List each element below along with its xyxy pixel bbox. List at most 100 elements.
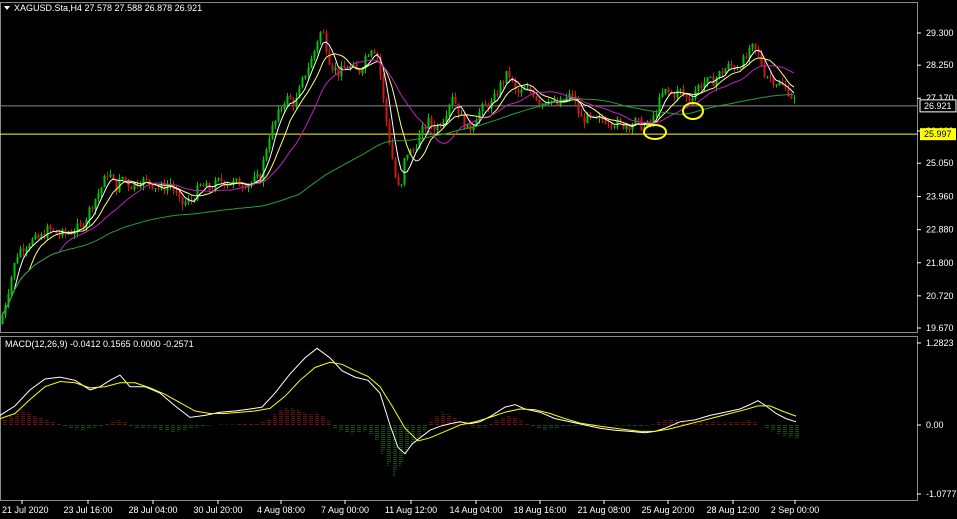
candle-body [454, 97, 457, 104]
triangle-icon[interactable] [4, 6, 10, 10]
time-tick-label: 28 Aug 12:00 [706, 505, 759, 515]
candle-body [502, 81, 505, 84]
candle-body [397, 177, 400, 186]
candle-body [445, 115, 448, 122]
candle-body [382, 75, 385, 100]
candle-body [700, 85, 703, 88]
candle-body [367, 55, 370, 57]
candle-body [742, 56, 745, 69]
candle-body [421, 126, 424, 135]
candle-body [100, 187, 103, 194]
candle-body [793, 97, 796, 99]
candle-body [391, 142, 394, 160]
time-tick-label: 2 Sep 00:00 [771, 505, 820, 515]
candle-body [274, 120, 277, 126]
candle-body [301, 77, 304, 88]
candle-body [94, 199, 97, 210]
candle-body [739, 68, 742, 70]
candle-body [157, 188, 160, 190]
price-tick-label: 20.720 [926, 291, 954, 301]
candle-body [448, 105, 451, 116]
highlight-circle [643, 124, 667, 140]
candle-body [388, 122, 391, 143]
candle-body [238, 178, 241, 187]
candle-body [484, 104, 487, 106]
candle-body [52, 228, 55, 230]
candle-body [766, 76, 769, 78]
candle-body [289, 95, 292, 100]
candle-body [175, 190, 178, 193]
candle-body [217, 178, 220, 181]
candle-body [697, 85, 700, 91]
candle-body [124, 177, 127, 181]
candle-body [202, 184, 205, 187]
price-tick-label: 21.800 [926, 258, 954, 268]
candle-body [580, 113, 583, 117]
candle-body [790, 96, 793, 99]
price-tag: 26.921 [919, 99, 957, 113]
candle-body [268, 138, 271, 150]
candle-body [310, 58, 313, 68]
candle-body [286, 95, 289, 104]
candle-body [451, 97, 454, 106]
candle-body [256, 174, 259, 177]
candle-body [253, 176, 256, 183]
macd-main-line [0, 347, 797, 455]
candle-body [130, 186, 133, 190]
macd-info-text: MACD(12,26,9) -0.0412 0.1565 0.0000 -0.2… [5, 339, 194, 349]
candle-body [79, 223, 82, 225]
candle-body [691, 98, 694, 102]
candle-body [370, 50, 373, 56]
price-tick-label: 25.050 [926, 158, 954, 168]
candle-body [610, 124, 613, 127]
candle-body [751, 43, 754, 48]
candle-body [319, 32, 322, 42]
time-tick-label: 21 Aug 08:00 [577, 505, 630, 515]
candle-body [316, 41, 319, 51]
candle-body [271, 125, 274, 139]
price-frame [0, 2, 918, 333]
candle-body [49, 226, 52, 229]
candle-body [535, 96, 538, 101]
ma-slow-line [1, 59, 795, 316]
candle-body [769, 76, 772, 78]
candle-body [628, 125, 631, 130]
candle-body [748, 47, 751, 58]
candle-body [205, 183, 208, 187]
candle-body [553, 100, 556, 102]
symbol-header: XAGUSD.Sta,H4 27.578 27.588 26.878 26.92… [4, 3, 202, 13]
time-tick-label: 23 Jul 16:00 [63, 505, 112, 515]
candle-body [538, 100, 541, 106]
candle-body [727, 63, 730, 70]
macd-histogram [3, 407, 799, 477]
time-tick-label: 14 Aug 04:00 [449, 505, 502, 515]
candle-body [688, 97, 691, 102]
candle-body [145, 178, 148, 180]
candle-body [106, 175, 109, 177]
candle-body [481, 104, 484, 112]
candle-body [328, 52, 331, 65]
candle-body [322, 32, 325, 34]
candle-body [37, 234, 40, 239]
candle-body [31, 238, 34, 246]
candle-body [709, 76, 712, 78]
candle-body [718, 71, 721, 78]
candle-body [583, 116, 586, 124]
price-tick-label: 23.960 [926, 192, 954, 202]
candle-body [307, 67, 310, 76]
candle-body [676, 90, 679, 98]
candle-body [25, 248, 28, 252]
candle-body [673, 93, 676, 98]
candle-body [304, 75, 307, 78]
candle-body [745, 56, 748, 58]
candle-body [400, 184, 403, 186]
time-tick-label: 4 Aug 08:00 [257, 505, 305, 515]
candle-body [625, 125, 628, 129]
price-tick-label: 19.670 [926, 323, 954, 333]
candle-body [199, 184, 202, 186]
macd-panel: 1.2823 0.00 -1.0777 [0, 336, 957, 501]
candle-body [736, 68, 739, 70]
candle-body [121, 177, 124, 179]
macd-frame [0, 336, 918, 501]
candle-body [34, 234, 37, 239]
